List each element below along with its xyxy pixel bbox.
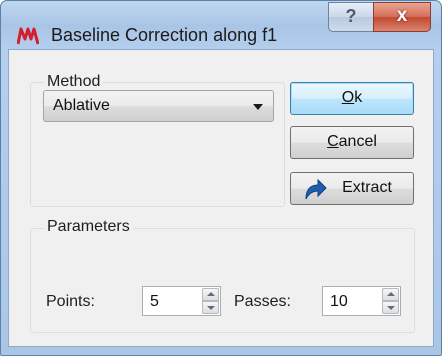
method-dropdown-value: Ablative (53, 97, 110, 114)
window-title: Baseline Correction along f1 (51, 25, 278, 45)
parameters-group-label: Parameters (44, 218, 133, 236)
cancel-mnemonic: C (327, 133, 339, 150)
extract-label: Extract (342, 179, 392, 196)
parameters-group (30, 228, 415, 333)
method-dropdown[interactable]: Ablative (43, 90, 274, 122)
help-icon: ? (345, 6, 357, 26)
passes-stepper[interactable]: 10 (322, 286, 401, 316)
ok-label-rest: k (354, 89, 363, 106)
ok-button[interactable]: Ok (290, 82, 414, 115)
passes-spin-buttons (382, 288, 399, 314)
points-spin-buttons (202, 288, 219, 314)
cancel-label-rest: ancel (338, 133, 377, 150)
close-icon: x (396, 5, 408, 26)
dialog-window: Baseline Correction along f1 ? x Method … (0, 0, 442, 356)
points-label: Points: (46, 293, 95, 310)
curved-arrow-icon (305, 178, 327, 200)
extract-button[interactable]: Extract (290, 172, 414, 205)
cancel-button[interactable]: Cancel (290, 126, 414, 159)
points-decrement-button[interactable] (202, 301, 219, 314)
points-stepper[interactable]: 5 (142, 286, 221, 316)
points-increment-button[interactable] (202, 288, 219, 301)
passes-increment-button[interactable] (382, 288, 399, 301)
method-group-label: Method (44, 73, 104, 91)
close-button[interactable]: x (373, 2, 431, 32)
app-logo-icon (17, 27, 39, 45)
title-bar[interactable]: Baseline Correction along f1 ? x (1, 1, 441, 49)
passes-label: Passes: (234, 293, 291, 310)
passes-decrement-button[interactable] (382, 301, 399, 314)
chevron-down-icon (253, 104, 263, 110)
passes-value: 10 (330, 293, 348, 310)
ok-mnemonic: O (341, 89, 355, 106)
help-button[interactable]: ? (328, 2, 374, 32)
points-value: 5 (150, 293, 159, 310)
